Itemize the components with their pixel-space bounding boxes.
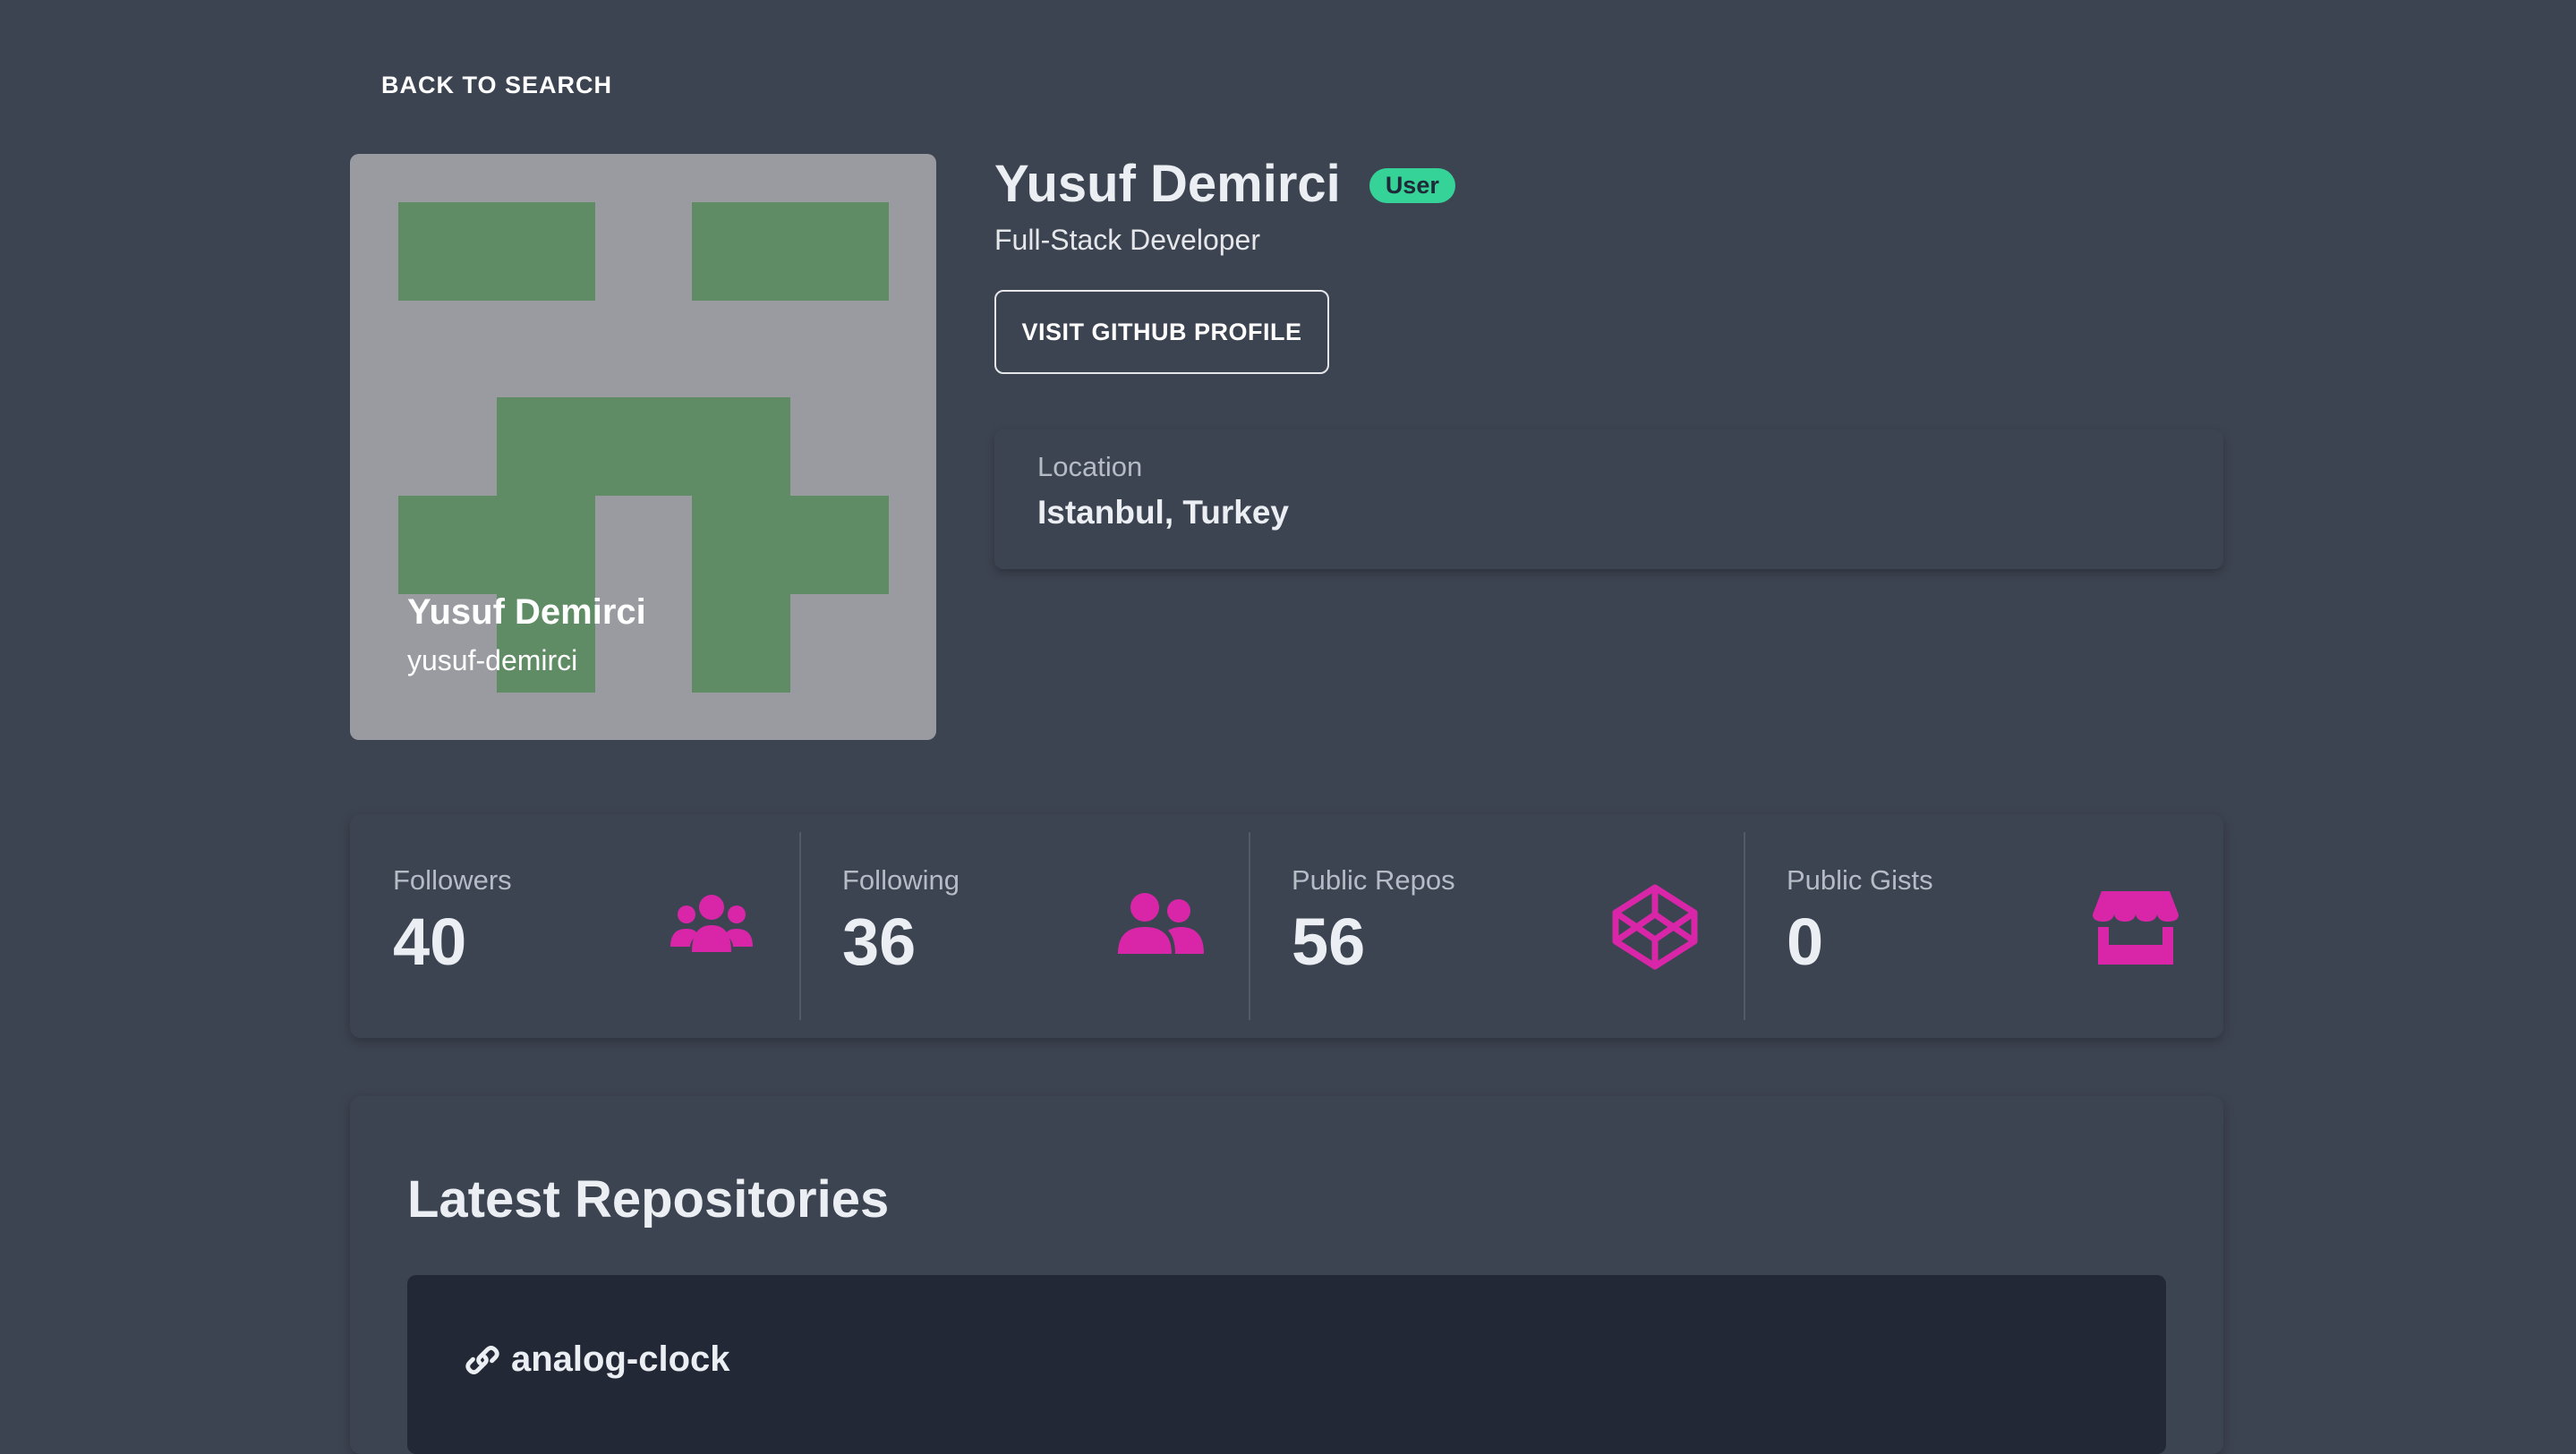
stat-title: Public Repos bbox=[1292, 864, 1455, 896]
visit-github-profile-button[interactable]: VISIT GITHUB PROFILE bbox=[994, 290, 1329, 374]
repo-card[interactable]: analog-clock bbox=[407, 1275, 2166, 1454]
stat-title: Public Gists bbox=[1787, 864, 1933, 896]
location-card: Location Istanbul, Turkey bbox=[994, 429, 2223, 569]
avatar-name-caption: Yusuf Demirci bbox=[407, 592, 646, 632]
link-icon bbox=[465, 1345, 499, 1374]
stats-panel: Followers 40 Following 36 Public Repos 5… bbox=[350, 814, 2223, 1038]
stat-title: Followers bbox=[393, 864, 512, 896]
avatar: Yusuf Demirci yusuf-demirci bbox=[350, 154, 936, 740]
profile-name: Yusuf Demirci bbox=[994, 155, 1341, 213]
stat-title: Following bbox=[842, 864, 960, 896]
stat-value: 0 bbox=[1787, 905, 1824, 979]
store-icon bbox=[2093, 891, 2179, 965]
stat-value: 36 bbox=[842, 905, 917, 979]
profile-header: Yusuf Demirci User bbox=[994, 154, 1455, 214]
stat-value: 56 bbox=[1292, 905, 1366, 979]
back-to-search-link[interactable]: BACK TO SEARCH bbox=[363, 63, 630, 108]
profile-bio: Full-Stack Developer bbox=[994, 224, 1260, 256]
location-label: Location bbox=[1037, 451, 1143, 482]
codepen-icon bbox=[1612, 884, 1698, 970]
stat-public-repos: Public Repos 56 bbox=[1249, 814, 1744, 1038]
latest-repositories-section: Latest Repositories analog-clock bbox=[350, 1096, 2223, 1454]
stat-value: 40 bbox=[393, 905, 467, 979]
stat-followers: Followers 40 bbox=[350, 814, 799, 1038]
users-group-icon bbox=[670, 895, 753, 952]
stat-public-gists: Public Gists 0 bbox=[1744, 814, 2223, 1038]
location-value: Istanbul, Turkey bbox=[1037, 494, 1289, 531]
user-friends-icon bbox=[1118, 893, 1204, 954]
avatar-login-caption: yusuf-demirci bbox=[407, 644, 578, 676]
repo-link[interactable]: analog-clock bbox=[463, 1339, 730, 1380]
section-title: Latest Repositories bbox=[407, 1170, 890, 1229]
repo-name: analog-clock bbox=[511, 1339, 730, 1379]
user-type-badge: User bbox=[1369, 168, 1455, 203]
stat-following: Following 36 bbox=[799, 814, 1249, 1038]
profile-page: BACK TO SEARCH Yusuf Demirci yusuf-demir… bbox=[0, 0, 2576, 1454]
